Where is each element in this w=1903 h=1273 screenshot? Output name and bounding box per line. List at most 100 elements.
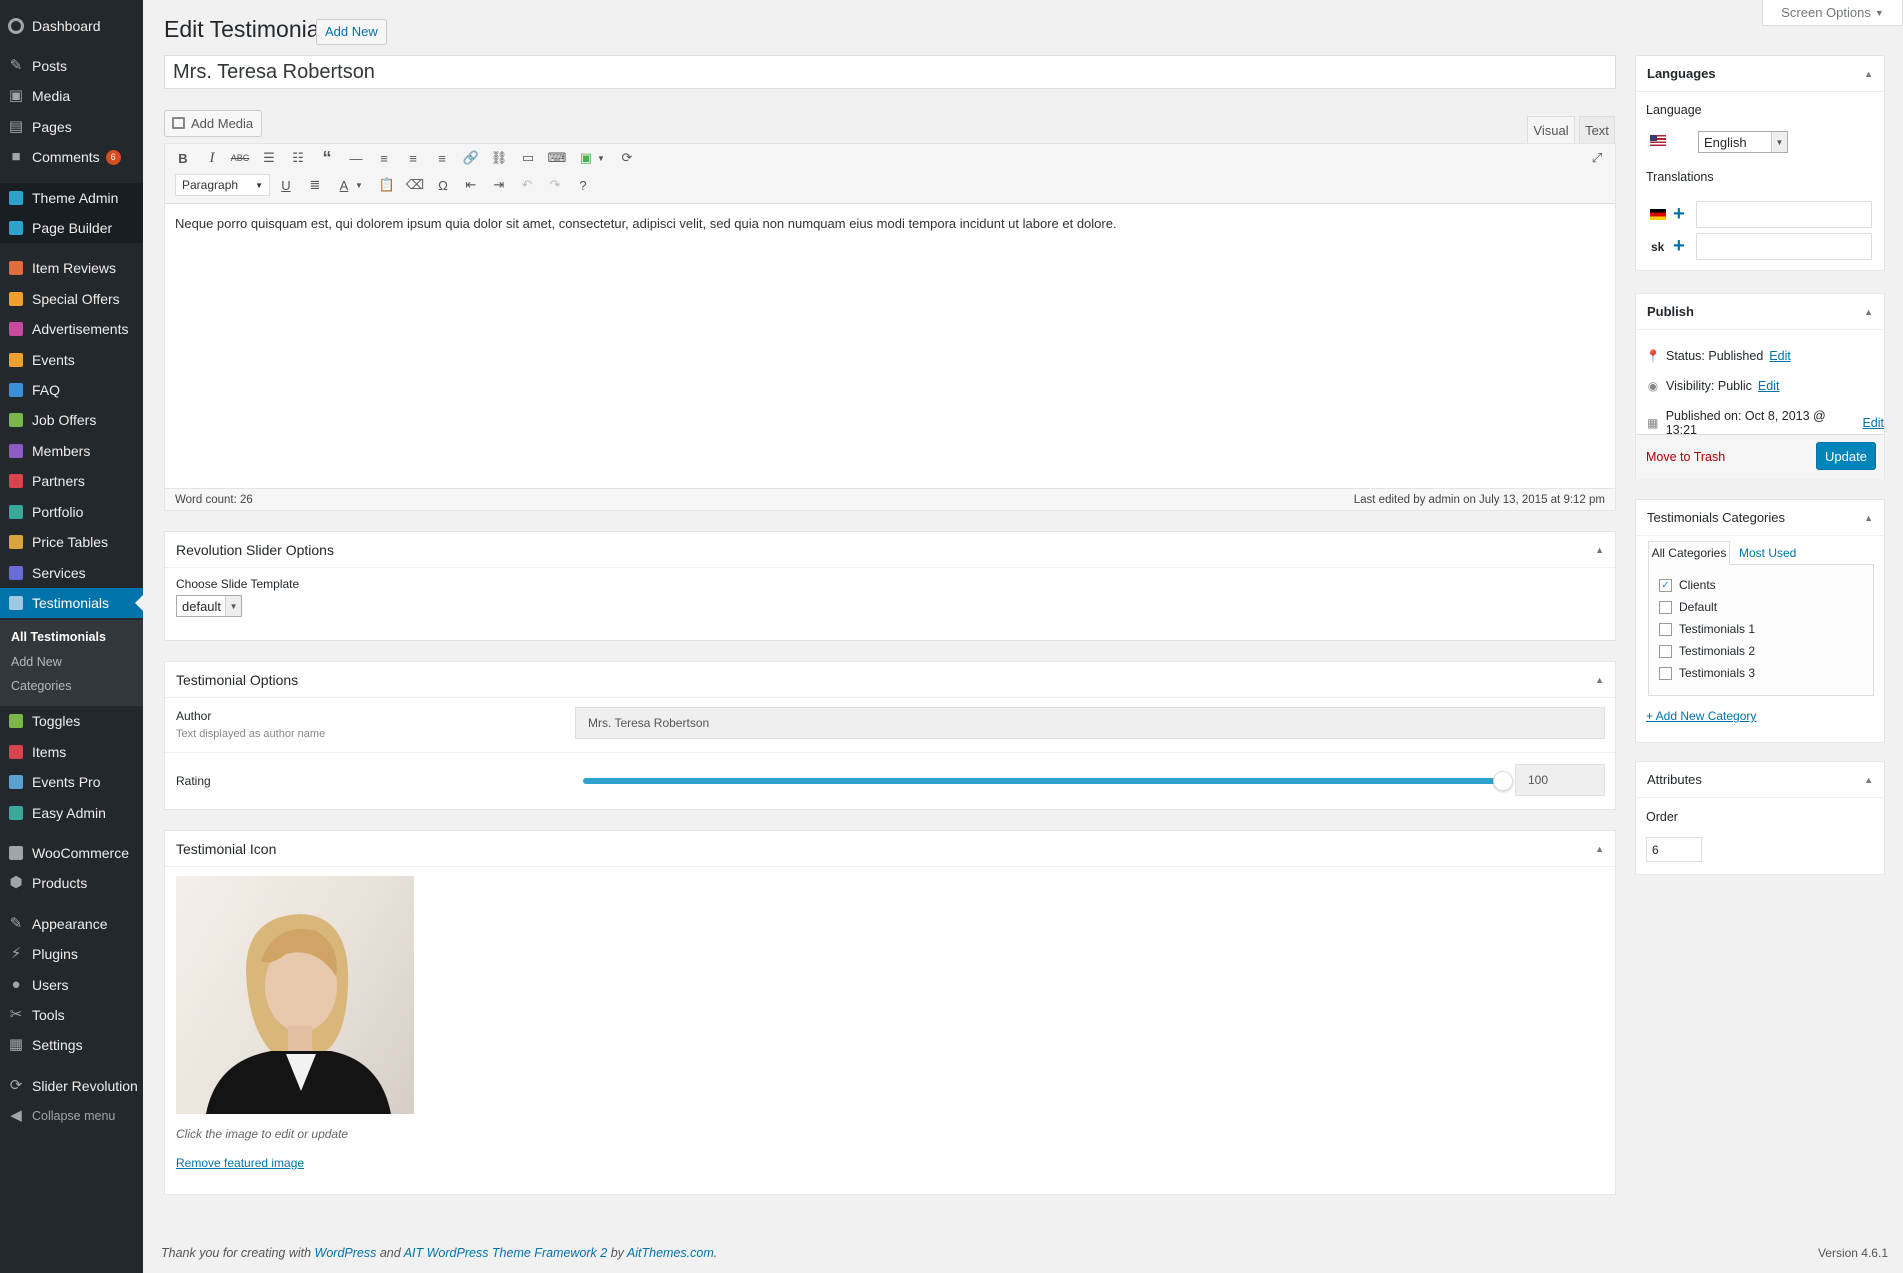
author-input[interactable]: Mrs. Teresa Robertson	[575, 707, 1605, 739]
sidebar-item-tools[interactable]: ✂ Tools	[0, 1000, 143, 1030]
refresh-icon[interactable]: ⟳	[617, 148, 637, 168]
checkbox-checked-icon[interactable]: ✓	[1659, 578, 1672, 592]
collapse-toggle-icon[interactable]: ▲	[1864, 775, 1873, 785]
strikethrough-icon[interactable]: ABC	[230, 148, 250, 168]
submenu-categories[interactable]: Categories	[11, 679, 71, 693]
paste-text-icon[interactable]: 📋	[377, 175, 397, 195]
wordpress-link[interactable]: WordPress	[315, 1246, 377, 1260]
rating-slider-handle[interactable]	[1493, 771, 1513, 791]
redo-icon[interactable]: ↷	[545, 175, 565, 195]
add-translation-icon[interactable]: +	[1673, 236, 1685, 256]
sidebar-item-events-pro[interactable]: Events Pro	[0, 767, 143, 797]
horizontal-line-icon[interactable]: —	[346, 148, 366, 168]
sidebar-item-products[interactable]: ⬢ Products	[0, 868, 143, 898]
post-title-input[interactable]: Mrs. Teresa Robertson	[164, 55, 1616, 89]
sidebar-item-faq[interactable]: FAQ	[0, 375, 143, 405]
add-media-button[interactable]: Add Media	[164, 110, 263, 137]
sidebar-item-users[interactable]: ● Users	[0, 970, 143, 1000]
unlink-icon[interactable]: ⛓	[489, 148, 509, 168]
sidebar-item-price-tables[interactable]: Price Tables	[0, 527, 143, 557]
sidebar-item-testimonials[interactable]: Testimonials	[0, 588, 143, 618]
remove-featured-image-link[interactable]: Remove featured image	[176, 1156, 304, 1170]
collapse-menu[interactable]: ◀ Collapse menu	[0, 1101, 143, 1131]
collapse-toggle-icon[interactable]: ▲	[1864, 513, 1873, 523]
sidebar-item-pages[interactable]: ▤ Pages	[0, 112, 143, 142]
categories-header[interactable]: Testimonials Categories ▲	[1636, 500, 1884, 536]
editor-content[interactable]: Neque porro quisquam est, qui dolorem ip…	[175, 214, 1605, 234]
sidebar-item-portfolio[interactable]: Portfolio	[0, 497, 143, 527]
update-button[interactable]: Update	[1816, 442, 1876, 470]
sidebar-item-page-builder[interactable]: Page Builder	[0, 213, 143, 243]
dropdown-arrow-icon[interactable]: ▼	[591, 148, 611, 168]
sidebar-item-settings[interactable]: ▦ Settings	[0, 1030, 143, 1060]
add-new-category-link[interactable]: + Add New Category	[1646, 709, 1756, 723]
sidebar-item-partners[interactable]: Partners	[0, 466, 143, 496]
checkbox-icon[interactable]	[1659, 644, 1672, 658]
rating-value-input[interactable]: 100	[1515, 764, 1605, 796]
add-new-button[interactable]: Add New	[316, 19, 387, 45]
tab-most-used[interactable]: Most Used	[1739, 546, 1796, 560]
undo-icon[interactable]: ↶	[517, 175, 537, 195]
sidebar-item-job-offers[interactable]: Job Offers	[0, 405, 143, 435]
order-input[interactable]: 6	[1646, 837, 1702, 862]
submenu-add-new[interactable]: Add New	[11, 655, 62, 669]
justify-icon[interactable]: ≣	[305, 175, 325, 195]
blockquote-icon[interactable]: “	[317, 148, 337, 168]
link-icon[interactable]: 🔗	[461, 148, 481, 168]
edit-status-link[interactable]: Edit	[1769, 349, 1791, 363]
attributes-header[interactable]: Attributes ▲	[1636, 762, 1884, 798]
category-item-testimonials-3[interactable]: Testimonials 3	[1659, 666, 1755, 680]
submenu-all-testimonials[interactable]: All Testimonials	[11, 630, 106, 644]
italic-icon[interactable]: I	[202, 148, 222, 168]
rating-slider[interactable]	[583, 771, 1513, 791]
sidebar-item-comments[interactable]: ■ Comments 6	[0, 142, 143, 172]
sidebar-item-item-reviews[interactable]: Item Reviews	[0, 253, 143, 283]
sidebar-item-woocommerce[interactable]: WooCommerce	[0, 838, 143, 868]
sidebar-item-posts[interactable]: ✎ Posts	[0, 51, 143, 81]
translation-input-de[interactable]	[1696, 201, 1872, 228]
sidebar-item-services[interactable]: Services	[0, 558, 143, 588]
checkbox-icon[interactable]	[1659, 600, 1672, 614]
read-more-icon[interactable]: ▭	[518, 148, 538, 168]
testimonial-icon-header[interactable]: Testimonial Icon ▲	[165, 831, 1615, 867]
underline-icon[interactable]: U	[276, 175, 296, 195]
category-item-testimonials-2[interactable]: Testimonials 2	[1659, 644, 1755, 658]
language-select[interactable]: English ▼	[1698, 131, 1788, 153]
indent-icon[interactable]: ⇥	[489, 175, 509, 195]
ait-framework-link[interactable]: AIT WordPress Theme Framework 2	[404, 1246, 608, 1260]
help-icon[interactable]: ?	[573, 175, 593, 195]
sidebar-item-events[interactable]: Events	[0, 345, 143, 375]
checkbox-icon[interactable]	[1659, 622, 1672, 636]
sidebar-item-items[interactable]: Items	[0, 737, 143, 767]
aitthemes-link[interactable]: AitThemes.com	[627, 1246, 714, 1260]
paragraph-format-select[interactable]: Paragraph ▼	[175, 174, 270, 196]
fullscreen-icon[interactable]: ⤢	[1587, 148, 1607, 168]
sidebar-item-members[interactable]: Members	[0, 436, 143, 466]
sidebar-item-theme-admin[interactable]: Theme Admin	[0, 183, 143, 213]
tab-text[interactable]: Text	[1579, 116, 1615, 143]
sidebar-item-easy-admin[interactable]: Easy Admin	[0, 798, 143, 828]
tab-visual[interactable]: Visual	[1527, 116, 1575, 143]
keyboard-icon[interactable]: ⌨	[547, 148, 567, 168]
sidebar-item-dashboard[interactable]: Dashboard	[0, 11, 143, 41]
collapse-toggle-icon[interactable]: ▲	[1595, 545, 1604, 555]
outdent-icon[interactable]: ⇤	[461, 175, 481, 195]
bold-icon[interactable]: B	[173, 148, 193, 168]
slide-template-select[interactable]: default ▼	[176, 595, 243, 617]
edit-visibility-link[interactable]: Edit	[1758, 379, 1780, 393]
align-left-icon[interactable]: ≡	[374, 148, 394, 168]
tab-all-categories[interactable]: All Categories	[1648, 541, 1730, 565]
clear-formatting-icon[interactable]: ⌫	[405, 175, 425, 195]
translation-input-sk[interactable]	[1696, 233, 1872, 260]
move-to-trash-link[interactable]: Move to Trash	[1646, 450, 1725, 464]
sidebar-item-advertisements[interactable]: Advertisements	[0, 314, 143, 344]
sidebar-item-slider-revolution[interactable]: ⟳ Slider Revolution	[0, 1071, 143, 1101]
sidebar-item-special-offers[interactable]: Special Offers	[0, 284, 143, 314]
collapse-toggle-icon[interactable]: ▲	[1864, 307, 1873, 317]
collapse-toggle-icon[interactable]: ▲	[1864, 69, 1873, 79]
category-item-default[interactable]: Default	[1659, 600, 1717, 614]
sidebar-item-appearance[interactable]: ✎ Appearance	[0, 909, 143, 939]
category-item-clients[interactable]: ✓ Clients	[1659, 578, 1716, 592]
numbered-list-icon[interactable]: ☷	[288, 148, 308, 168]
special-character-icon[interactable]: Ω	[433, 175, 453, 195]
